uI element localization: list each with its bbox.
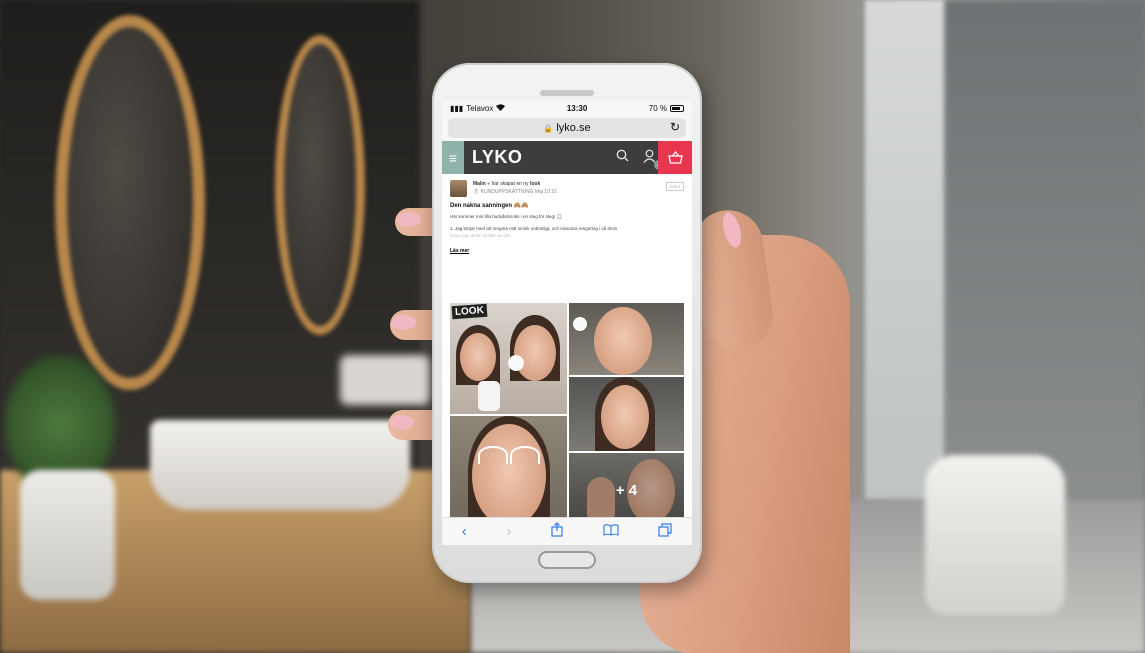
reload-icon[interactable]: ↻ (670, 120, 680, 134)
sink (150, 420, 410, 510)
phone-screen: ▮▮▮ Telavox 13:30 70 % 🔒 lyko.se ↻ ≡ LYK… (442, 101, 692, 545)
browser-toolbar: ‹ › (442, 517, 692, 545)
site-header: ≡ LYKO 2 (442, 141, 692, 174)
read-more-link[interactable]: Läs mer (450, 248, 469, 254)
plant-pot (20, 470, 115, 600)
hamburger-menu-icon[interactable]: ≡ (442, 141, 464, 174)
author-name[interactable]: Malin (473, 181, 486, 187)
post-title: Den nakna sanningen (450, 203, 513, 209)
address-bar[interactable]: 🔒 lyko.se ↻ (448, 118, 686, 138)
clock: 13:30 (566, 103, 588, 113)
ribbon-icon: 🎗 (473, 189, 480, 195)
look-link[interactable]: look (530, 181, 540, 187)
sink (340, 355, 430, 405)
post-date: Maj 19:16 (534, 189, 557, 195)
verified-icon: ● (487, 181, 491, 187)
look-post: Malin ● har skapat en ny look 🎗 KUNDUPPS… (442, 174, 692, 257)
home-button[interactable] (538, 551, 596, 569)
post-photo[interactable] (569, 303, 684, 375)
user-icon[interactable]: 2 (643, 149, 664, 170)
book-icon[interactable] (603, 523, 619, 540)
photo-grid: LOOK + 4 (450, 303, 684, 527)
window (865, 0, 945, 500)
post-photo[interactable] (569, 377, 684, 451)
chevron-left-icon[interactable]: ‹ (462, 523, 467, 540)
phone-speaker (540, 90, 594, 96)
basket-icon[interactable] (658, 141, 692, 174)
site-logo[interactable]: LYKO (472, 147, 522, 168)
carrier: Telavox (466, 103, 494, 113)
window (945, 0, 1145, 520)
address-bar-container: 🔒 lyko.se ↻ (442, 115, 692, 141)
fingernail (392, 315, 416, 330)
post-photo[interactable]: + 4 (569, 453, 684, 527)
post-photo[interactable] (450, 416, 567, 527)
post-step-text-continued: innan jag sedan sköljer av den. (450, 233, 513, 238)
follow-button[interactable]: FÖLJ (666, 182, 684, 191)
post-intro: Här kommer min lilla hudvårdsrutin i en … (450, 214, 563, 219)
post-action: har skapat en ny (491, 181, 529, 187)
post-step-text: 1. Jag börjar med att rengöra mitt smink… (450, 226, 618, 231)
lock-icon: 🔒 (543, 123, 554, 133)
round-mirror (275, 35, 365, 335)
share-icon[interactable] (551, 522, 563, 541)
round-mirror (55, 15, 205, 390)
chevron-right-icon[interactable]: › (506, 523, 511, 540)
search-icon[interactable] (616, 149, 629, 166)
author-subtitle: KUNDUPPSKATTNING (480, 189, 534, 195)
post-photo[interactable]: LOOK (450, 303, 567, 414)
emoji-icon: 🙈🙈 (513, 203, 529, 209)
battery-level: 70 % (648, 103, 667, 113)
smartphone: ▮▮▮ Telavox 13:30 70 % 🔒 lyko.se ↻ ≡ LYK… (432, 63, 702, 583)
more-photos-overlay[interactable]: + 4 (569, 453, 684, 527)
battery-icon (669, 104, 684, 112)
fingernail (397, 212, 421, 227)
wifi-icon (496, 103, 506, 113)
signal-icon: ▮▮▮ (450, 103, 464, 113)
status-bar: ▮▮▮ Telavox 13:30 70 % (442, 101, 692, 115)
fingernail (390, 415, 414, 430)
look-tag: LOOK (451, 303, 488, 320)
avatar[interactable] (450, 180, 467, 197)
tabs-icon[interactable] (658, 522, 672, 541)
post-header: Malin ● har skapat en ny look 🎗 KUNDUPPS… (450, 180, 684, 197)
toilet (925, 455, 1065, 615)
url-text: lyko.se (556, 122, 591, 134)
